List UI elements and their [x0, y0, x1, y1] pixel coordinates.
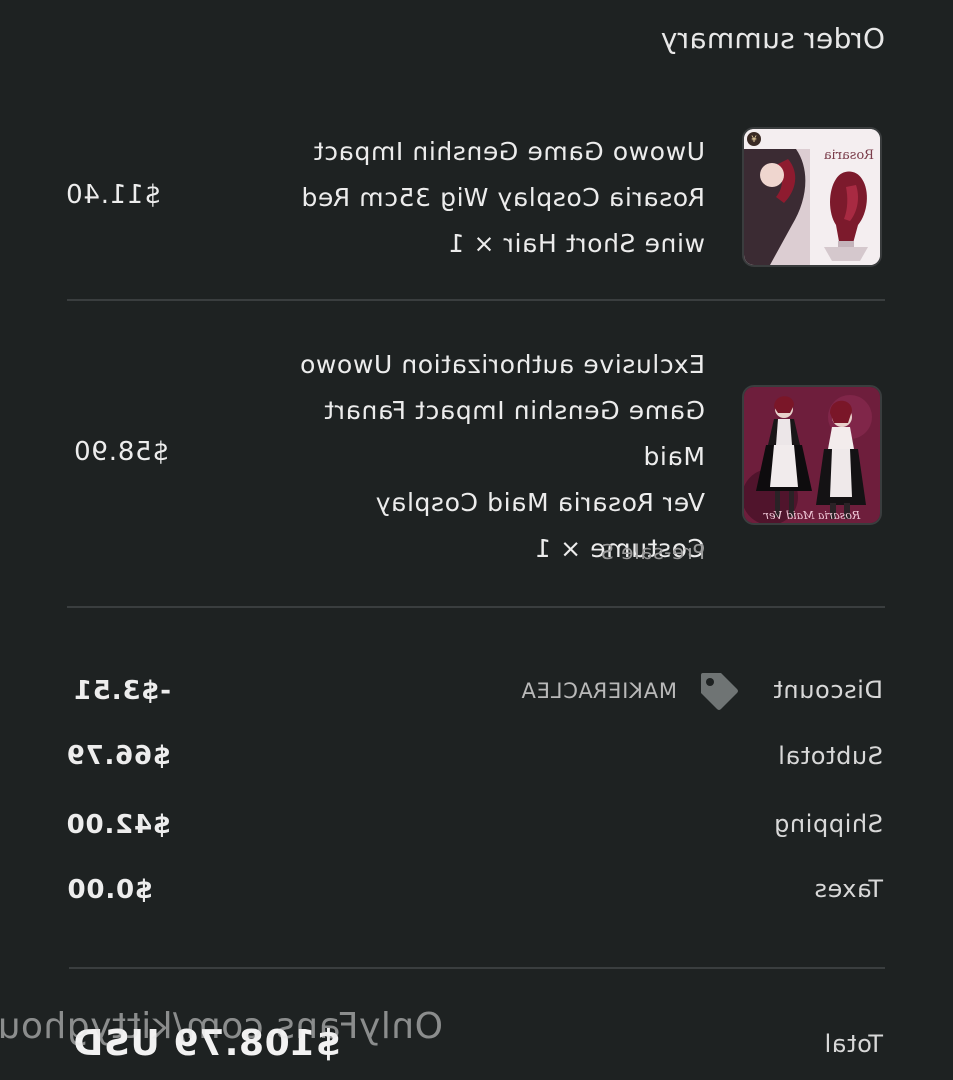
product-thumbnail-maid-costume[interactable]: Rosaria Maid Ver — [742, 385, 882, 525]
product-image-icon: Rosaria Maid Ver — [744, 387, 880, 523]
shipping-label: Shipping — [773, 810, 884, 838]
page-title: Order summary — [660, 22, 886, 55]
total-label: Total — [823, 1030, 883, 1058]
discount-value: -$3.51 — [73, 676, 171, 706]
subtotal-label: Subtotal — [777, 742, 883, 770]
divider — [67, 606, 885, 608]
item-title-line: wine Short Hair × 1 — [447, 229, 705, 258]
tag-icon — [697, 669, 741, 713]
item-title-wig[interactable]: Uwowo Game Genshin Impact Rosaria Cospla… — [265, 129, 705, 267]
item-price-wig: $11.40 — [65, 180, 161, 210]
product-image-icon: ¥ Rosaria — [744, 129, 880, 265]
item-title-line: Exclusive authorization Uwowo — [299, 350, 705, 379]
item-title-line: Uwowo Game Genshin Impact — [313, 137, 705, 166]
item-title-line: Rosaria Cosplay Wig 35cm Red — [300, 183, 705, 212]
divider — [67, 299, 885, 301]
thumb-caption-rosaria: Rosaria — [824, 148, 874, 163]
item-price-maid-costume: $58.90 — [73, 437, 169, 467]
watermark: OnlyFans.com/kittyghoul — [0, 1006, 443, 1047]
thumb-badge: ¥ — [751, 135, 757, 145]
discount-code: MAKIERACLEA — [520, 679, 677, 703]
item-title-line: Ver Rosaria Maid Cosplay — [375, 488, 705, 517]
product-thumbnail-wig[interactable]: ¥ Rosaria — [742, 127, 882, 267]
item-title-maid-costume[interactable]: Exclusive authorization Uwowo Game Gensh… — [265, 342, 705, 572]
item-variant: Pre-sale S — [600, 540, 705, 564]
subtotal-value: $66.79 — [65, 741, 171, 771]
taxes-label: Taxes — [813, 875, 883, 903]
shipping-value: $42.00 — [65, 810, 171, 840]
discount-label: Discount — [772, 676, 883, 704]
divider — [69, 967, 885, 969]
order-summary-panel: Order summary ¥ Rosaria Uwowo Game Gensh… — [0, 0, 953, 1080]
item-title-line: Game Genshin Impact Fanart Maid — [323, 396, 705, 471]
taxes-value: $0.00 — [66, 875, 153, 905]
thumb-caption-rosaria-maid: Rosaria Maid Ver — [763, 509, 861, 522]
